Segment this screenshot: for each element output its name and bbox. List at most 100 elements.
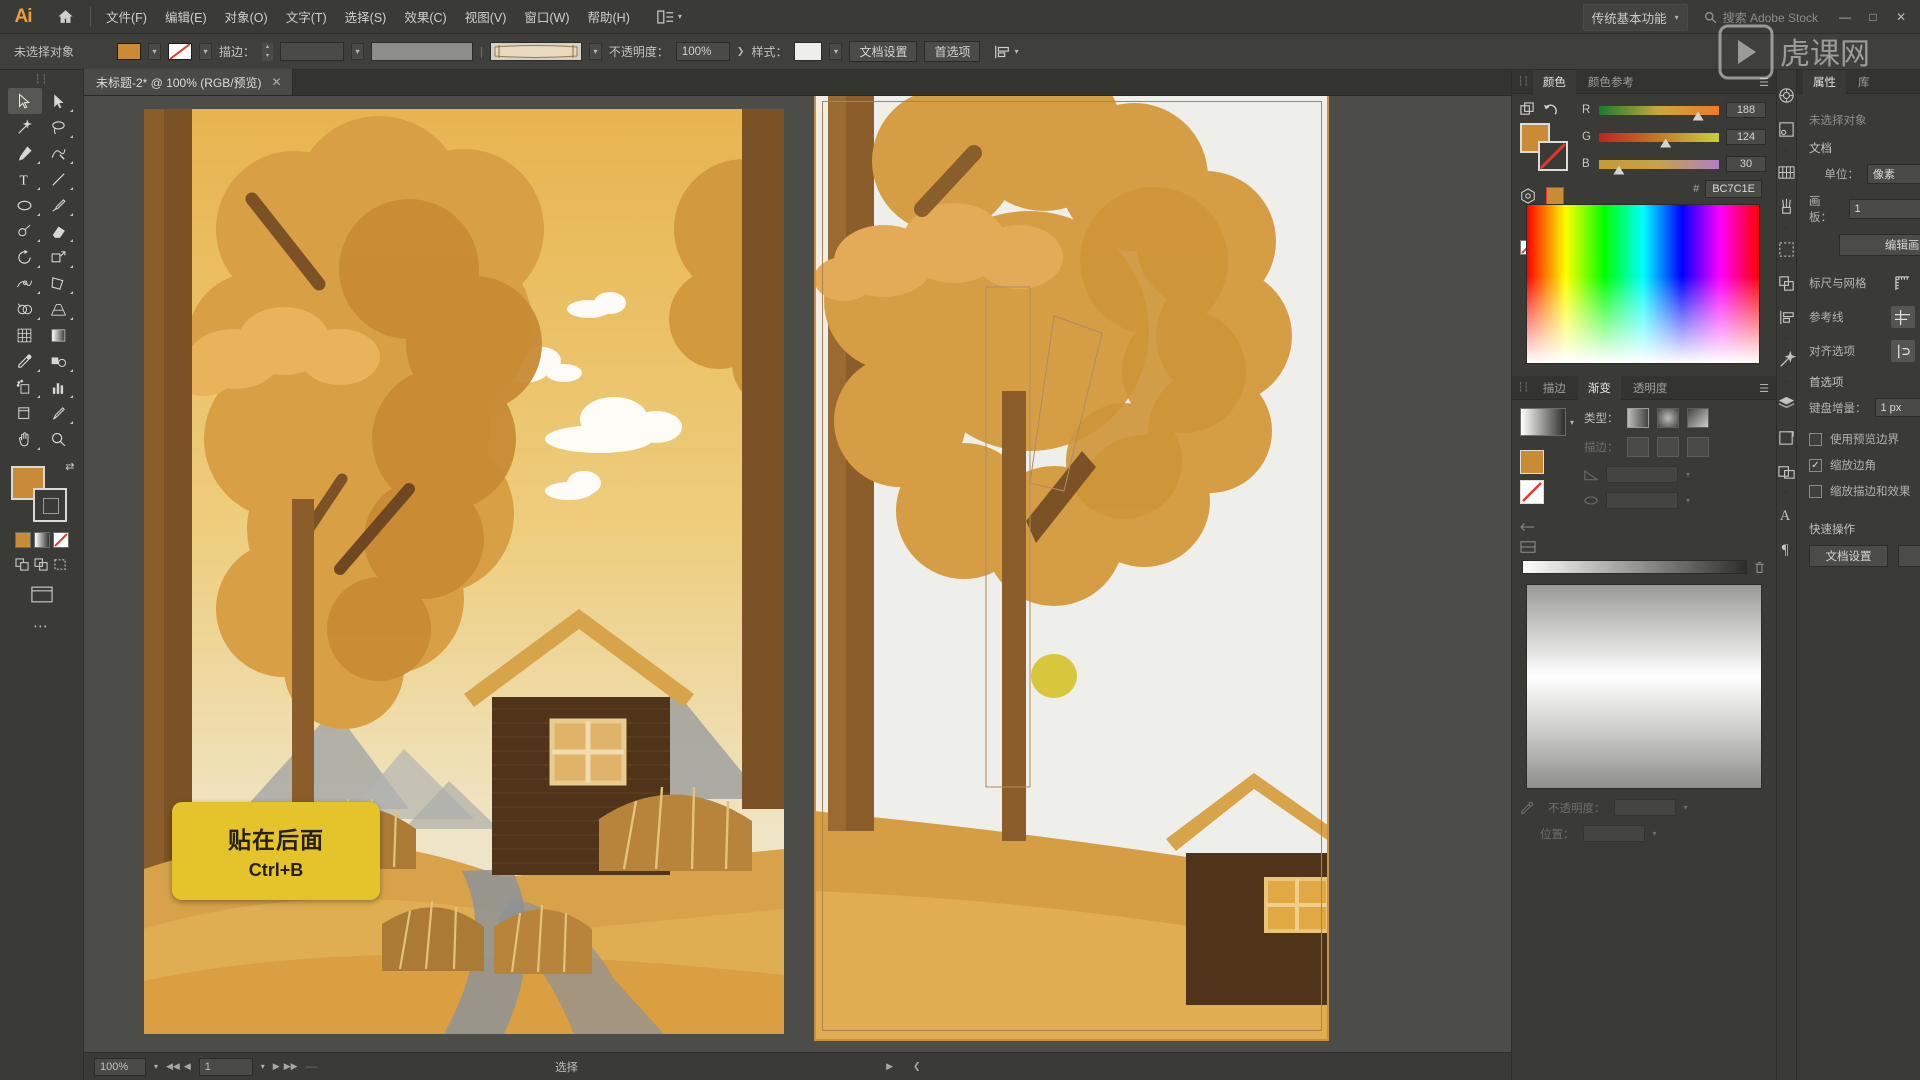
show-rulers-icon[interactable] <box>1891 272 1915 294</box>
gradient-reverse-icon[interactable] <box>1520 520 1536 534</box>
scale-strokes-effects-checkbox[interactable] <box>1809 484 1822 498</box>
direct-selection-tool[interactable] <box>42 88 76 114</box>
gradient-type-freeform[interactable] <box>1686 408 1709 428</box>
quick-document-setup-button[interactable]: 文档设置 <box>1809 545 1888 567</box>
fill-color-swatch[interactable] <box>117 43 141 60</box>
undo-arrow-icon[interactable] <box>1543 102 1558 117</box>
next-artboard-button[interactable]: ▶ <box>273 1061 280 1072</box>
ellipse-tool[interactable] <box>8 192 42 218</box>
toolbar-stroke-swatch[interactable] <box>32 488 67 522</box>
artboard-2[interactable] <box>814 96 1329 1041</box>
swatches-icon[interactable] <box>1777 155 1796 189</box>
artboard-tool[interactable] <box>8 400 42 426</box>
tab-color[interactable]: 颜色 <box>1532 69 1576 94</box>
artboards-icon[interactable] <box>1777 420 1796 454</box>
document-tab[interactable]: 未标题-2* @ 100% (RGB/预览) ✕ <box>84 69 293 95</box>
symbol-sprayer-tool[interactable] <box>8 374 42 400</box>
arrange-documents-button[interactable]: ▾ <box>651 7 688 27</box>
color-spectrum[interactable] <box>1526 204 1760 364</box>
delete-stop-icon[interactable] <box>1753 561 1766 574</box>
color-fill-mode-button[interactable] <box>14 532 31 548</box>
slice-tool[interactable] <box>42 400 76 426</box>
eraser-tool[interactable] <box>42 218 76 244</box>
document-setup-button[interactable]: 文档设置 <box>849 41 918 62</box>
gradient-preview-thumb[interactable] <box>1520 408 1566 436</box>
width-tool[interactable] <box>8 270 42 296</box>
stroke-profile-caret[interactable]: ▾ <box>588 43 602 60</box>
tab-transparency[interactable]: 透明度 <box>1623 376 1678 400</box>
magic-wand-panel-icon[interactable] <box>1777 343 1796 377</box>
free-transform-tool[interactable] <box>42 270 76 296</box>
gradient-type-linear[interactable] <box>1626 408 1649 428</box>
menu-file[interactable]: 文件(F) <box>97 3 156 30</box>
tab-gradient[interactable]: 渐变 <box>1577 375 1621 400</box>
graphic-style-swatch[interactable] <box>794 42 823 61</box>
gradient-fill-swatch[interactable] <box>1520 450 1544 474</box>
fill-dropdown-caret[interactable]: ▾ <box>148 43 161 60</box>
hex-value-field[interactable]: BC7C1E <box>1705 180 1762 198</box>
status-play-icon[interactable]: ▶ <box>886 1061 893 1072</box>
line-segment-tool[interactable] <box>42 166 76 192</box>
blend-tool[interactable] <box>42 348 76 374</box>
menu-effect[interactable]: 效果(C) <box>395 3 455 30</box>
gradient-fill-mode-button[interactable] <box>33 532 50 548</box>
artboard-caret-icon[interactable]: ▾ <box>261 1062 265 1071</box>
drawing-mode-behind-icon[interactable] <box>34 558 49 576</box>
color-panel-icon[interactable] <box>1777 78 1796 112</box>
show-guides-icon[interactable] <box>1890 306 1915 328</box>
type-tool[interactable]: T <box>8 166 42 192</box>
lasso-tool[interactable] <box>42 114 76 140</box>
pen-tool[interactable] <box>8 140 42 166</box>
paintbrush-tool[interactable] <box>42 192 76 218</box>
shape-builder-tool[interactable] <box>8 296 42 322</box>
perspective-grid-tool[interactable] <box>42 296 76 322</box>
menu-object[interactable]: 对象(O) <box>216 3 277 30</box>
symbols-icon[interactable] <box>1777 232 1796 266</box>
menu-select[interactable]: 选择(S) <box>336 3 396 30</box>
drawing-mode-inside-icon[interactable] <box>53 558 68 576</box>
status-prev-icon[interactable]: ❮ <box>913 1061 921 1072</box>
menu-window[interactable]: 窗口(W) <box>515 3 578 30</box>
stroke-dropdown-caret[interactable]: ▾ <box>199 43 212 60</box>
drawing-mode-normal-icon[interactable] <box>15 558 30 576</box>
status-text[interactable]: 选择 <box>555 1059 578 1075</box>
gradient-angle-field[interactable] <box>1606 466 1679 483</box>
gradient-opacity-field[interactable] <box>1613 799 1676 816</box>
layers-icon[interactable] <box>1777 386 1796 420</box>
use-preview-bounds-row[interactable]: 使用预览边界 <box>1809 431 1920 447</box>
scale-corners-row[interactable]: ✓ 缩放边角 <box>1809 457 1920 473</box>
stroke-color-swatch[interactable] <box>168 43 192 60</box>
units-select[interactable]: 像素 ▾ <box>1866 164 1920 184</box>
rotate-tool[interactable] <box>8 244 42 270</box>
gradient-preset-caret[interactable]: ▾ <box>1570 418 1574 427</box>
zoom-level-field[interactable]: 100% <box>94 1057 146 1076</box>
scale-corners-checkbox[interactable]: ✓ <box>1809 458 1822 472</box>
artboard-number-field[interactable]: 1 <box>198 1057 253 1076</box>
panel-grip-icon[interactable]: ┆┆ <box>1518 382 1531 393</box>
tools-panel-grip[interactable]: ┆┆ <box>0 70 83 88</box>
artboard-select[interactable]: 1 ▾ <box>1848 199 1920 219</box>
slider-knob-r[interactable] <box>1692 111 1704 121</box>
align-icon[interactable] <box>1777 300 1796 334</box>
close-icon[interactable]: ✕ <box>272 75 282 89</box>
shaper-tool[interactable] <box>8 218 42 244</box>
slider-track-r[interactable] <box>1599 105 1719 121</box>
channel-value-r[interactable]: 188 <box>1726 102 1766 118</box>
menu-view[interactable]: 视图(V) <box>456 3 516 30</box>
use-preview-bounds-checkbox[interactable] <box>1809 432 1822 446</box>
panel-grip-icon[interactable]: ┆┆ <box>1518 76 1531 87</box>
opacity-caret-icon[interactable]: ❯ <box>737 46 745 57</box>
hand-tool[interactable] <box>8 426 42 452</box>
scale-tool[interactable] <box>42 244 76 270</box>
channel-value-b[interactable]: 30 <box>1726 156 1766 172</box>
snap-to-point-icon[interactable] <box>1890 340 1915 362</box>
stroke-weight-field[interactable] <box>280 42 345 61</box>
magic-wand-tool[interactable] <box>8 114 42 140</box>
scale-strokes-effects-row[interactable]: 缩放描边和效果 <box>1809 483 1920 499</box>
style-caret[interactable]: ▾ <box>829 43 843 60</box>
gradient-location-field[interactable] <box>1582 825 1645 842</box>
eyedropper-tool[interactable] <box>8 348 42 374</box>
gradient-stroke-across[interactable] <box>1686 437 1709 457</box>
curvature-tool[interactable] <box>42 140 76 166</box>
last-artboard-button[interactable]: ▶▶ <box>284 1061 298 1072</box>
